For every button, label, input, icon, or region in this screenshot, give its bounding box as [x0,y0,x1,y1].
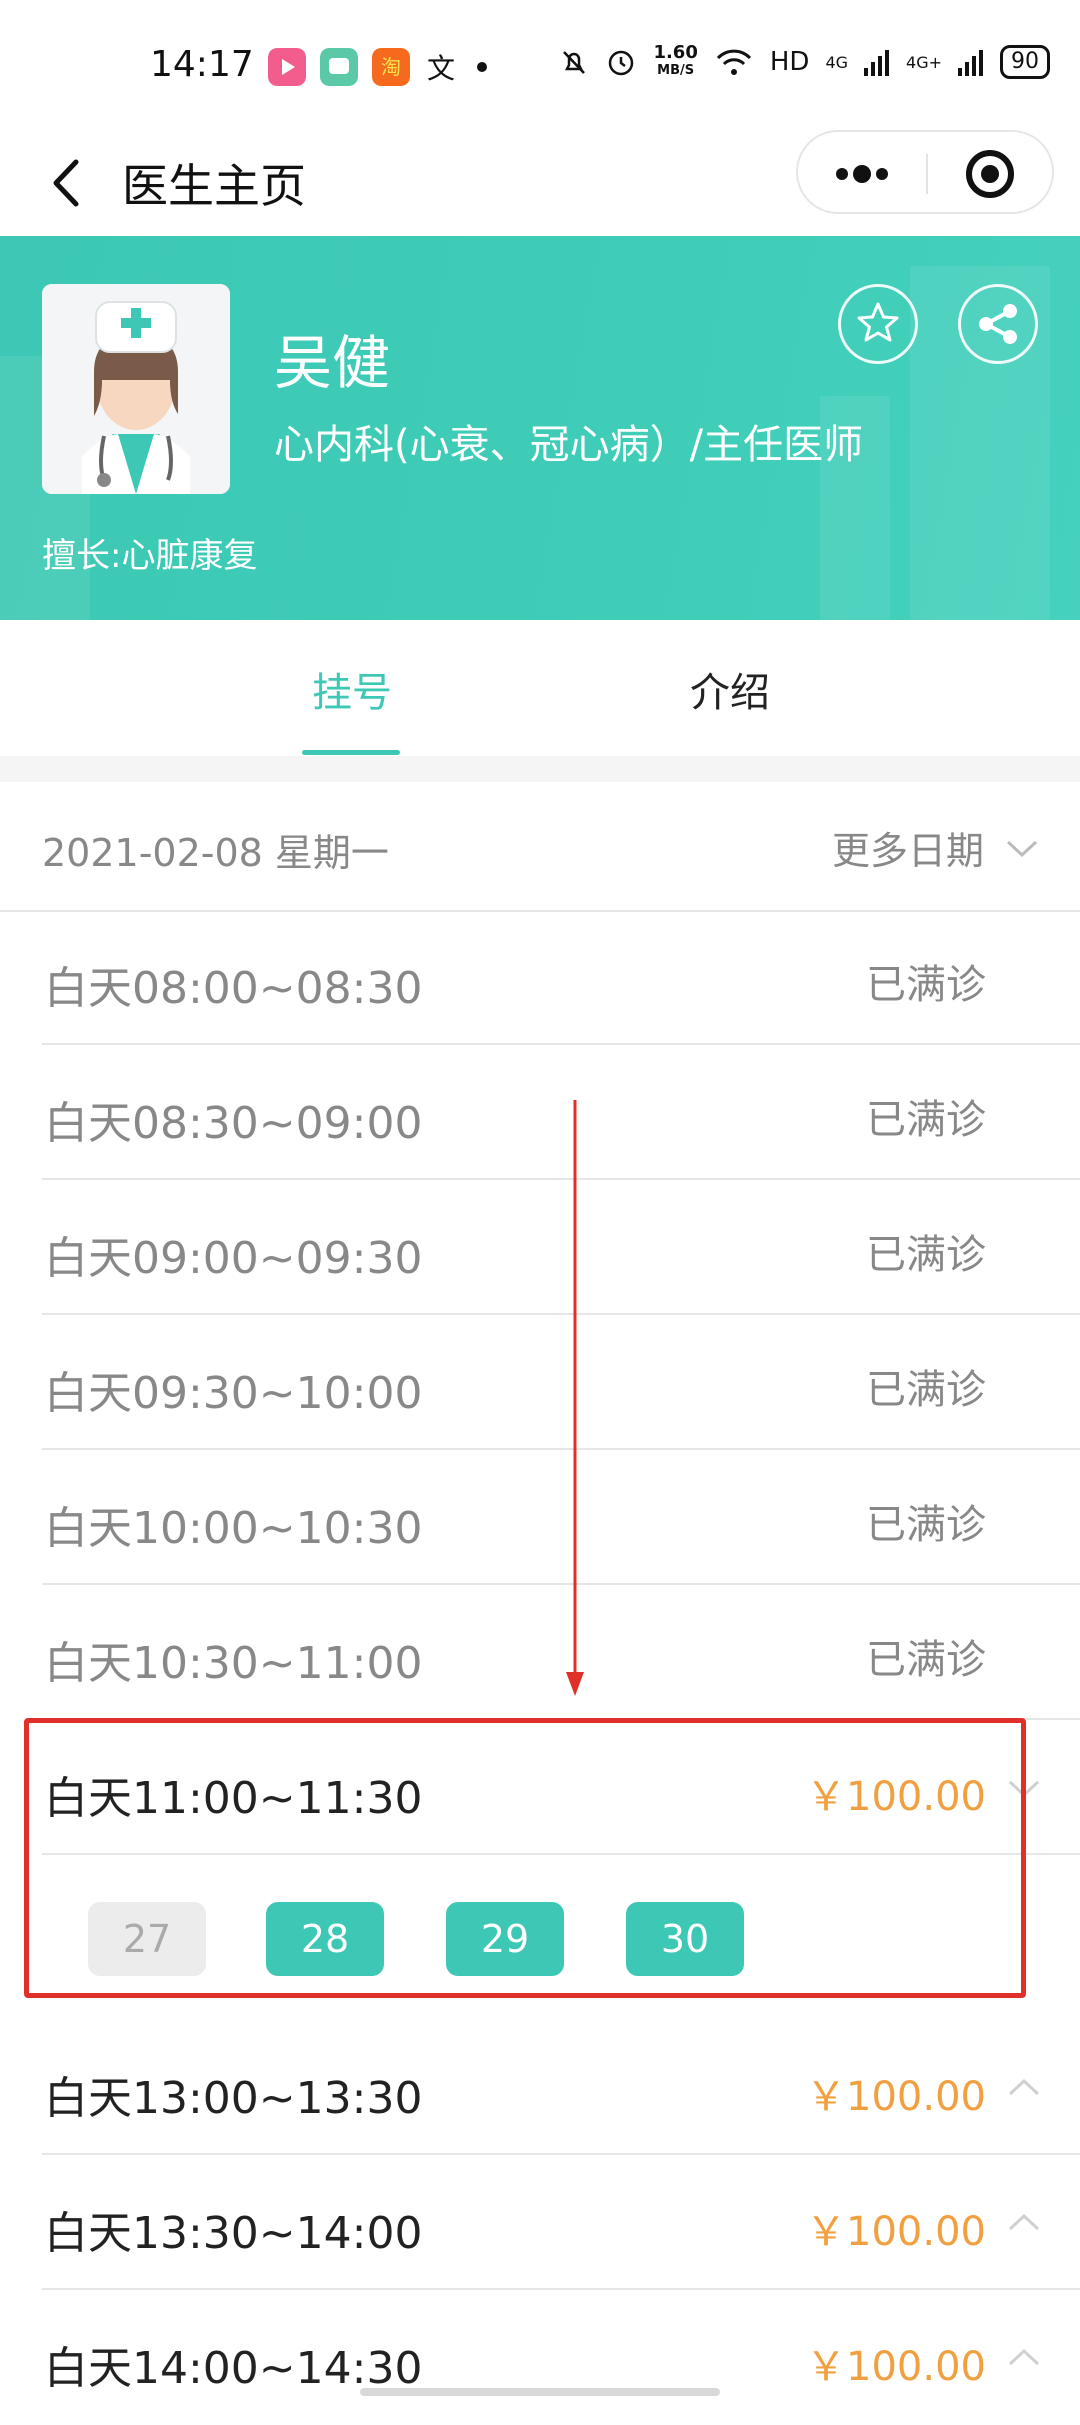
home-indicator [360,2388,720,2396]
time-slot-row[interactable]: 白天10:30~11:00 已满诊 [0,1585,1080,1720]
signal-4g-plus-label: 4G+ [906,52,942,72]
time-slot-row[interactable]: 白天14:00~14:30 ￥100.00 [0,2290,1080,2425]
slot-time: 白天13:00~13:30 [44,2073,423,2124]
time-slot-row[interactable]: 白天08:30~09:00 已满诊 [0,1045,1080,1180]
slot-time: 白天08:00~08:30 [44,963,423,1014]
network-type: HD [769,47,810,77]
tab-active-indicator [302,750,400,755]
status-indicators: 1.60 MB/S HD 4G 4G+ 90 [559,44,1050,80]
slot-price: ￥100.00 [806,2074,986,2120]
svg-text:文: 文 [427,52,455,85]
time-slot-row[interactable]: 白天10:00~10:30 已满诊 [0,1450,1080,1585]
status-time: 14:17 [150,44,254,85]
doctor-specialty: 擅长:心脏康复 [42,536,258,576]
svg-text:淘: 淘 [381,55,401,79]
slot-time: 白天10:00~10:30 [44,1503,423,1554]
tab-bar: 挂号 介绍 [0,620,1080,756]
net-speed-unit: MB/S [657,63,695,78]
slot-status: 已满诊 [866,962,986,1008]
tab-intro[interactable]: 介绍 [690,660,770,718]
slot-status: 已满诊 [866,1367,986,1413]
share-button[interactable] [958,284,1038,364]
star-icon [857,302,899,342]
selected-date: 2021-02-08 星期一 [42,831,389,875]
chevron-down-icon [1006,840,1038,857]
time-slot-row[interactable]: 白天09:00~09:30 已满诊 [0,1180,1080,1315]
status-app-icons: 淘 文 [268,48,488,86]
chevron-up-icon [1008,2213,1040,2231]
battery-level: 90 [1000,45,1050,79]
chevron-up-icon [1008,2348,1040,2366]
slot-time: 白天09:00~09:30 [44,1233,423,1284]
doctor-department: 心内科(心衰、冠心病）/主任医师 [274,422,864,468]
translate-icon: 文 [427,52,455,85]
time-slot-row[interactable]: 白天13:00~13:30 ￥100.00 [0,2020,1080,2155]
time-slot-row[interactable]: 白天08:00~08:30 已满诊 [0,910,1080,1045]
signal-4g-label: 4G [825,52,849,72]
slot-time: 白天09:30~10:00 [44,1368,423,1419]
slot-price: ￥100.00 [806,2209,986,2255]
signal-bars-icon [958,50,983,76]
annotation-arrow-icon [566,1100,584,1696]
more-dots-icon[interactable] [798,132,926,212]
nav-bar: 医生主页 [0,130,1080,236]
page-title: 医生主页 [122,159,306,213]
status-bar: 14:17 淘 文 1.60 MB/S HD 4G 4G+ 90 [0,0,1080,130]
share-icon [979,304,1017,344]
avatar [42,284,230,494]
target-close-icon[interactable] [928,132,1054,212]
tab-register[interactable]: 挂号 [312,660,392,718]
slot-time: 白天13:30~14:00 [44,2208,423,2259]
back-arrow-icon[interactable] [36,148,106,218]
slot-time: 白天14:00~14:30 [44,2343,423,2394]
taobao-icon: 淘 [372,48,410,86]
bell-off-icon [563,51,586,74]
time-slot-row[interactable]: 白天13:30~14:00 ￥100.00 [0,2155,1080,2290]
mini-program-capsule [796,130,1054,214]
signal-bars-icon [864,50,890,76]
favorite-button[interactable] [838,284,918,364]
chat-app-icon [320,48,358,86]
more-dates-label: 更多日期 [831,829,984,873]
time-slot-row[interactable]: 白天09:30~10:00 已满诊 [0,1315,1080,1450]
slot-status: 已满诊 [866,1502,986,1548]
slot-time: 白天08:30~09:00 [44,1098,423,1149]
notification-dot-icon [477,62,487,72]
slot-price: ￥100.00 [806,2344,986,2390]
chevron-up-icon [1008,2078,1040,2096]
more-dates-button[interactable]: 更多日期 [832,820,1040,875]
date-selector: 2021-02-08 星期一 更多日期 [0,782,1080,912]
net-speed: 1.60 MB/S [653,44,697,80]
slot-status: 已满诊 [866,1232,986,1278]
doctor-header: 吴健 心内科(心衰、冠心病）/主任医师 擅长:心脏康复 [0,236,1080,620]
slot-status: 已满诊 [866,1637,986,1683]
slot-status: 已满诊 [866,1097,986,1143]
doctor-avatar-icon [42,284,230,494]
annotation-highlight-box [24,1718,1026,1998]
section-divider [0,756,1080,782]
bilibili-icon [268,48,306,86]
slot-time: 白天10:30~11:00 [44,1638,423,1689]
doctor-name: 吴健 [274,329,391,397]
net-speed-value: 1.60 [653,42,698,63]
alarm-icon [609,50,634,76]
wifi-icon [716,49,751,75]
